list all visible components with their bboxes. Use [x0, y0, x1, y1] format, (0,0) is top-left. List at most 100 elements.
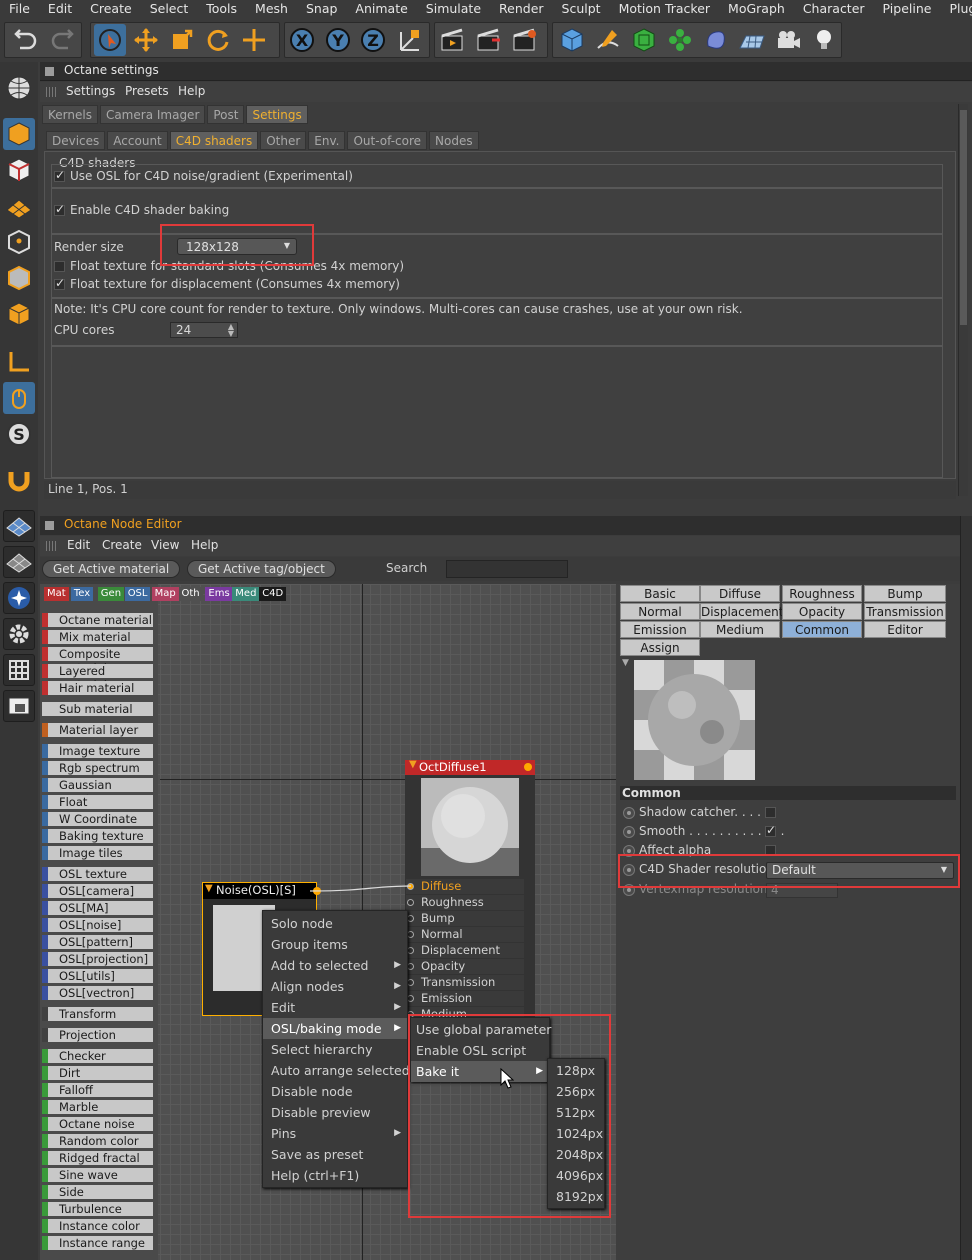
attr-tab-basic[interactable]: Basic [620, 585, 700, 602]
context-menu-item[interactable]: Group items [263, 934, 407, 955]
gear-icon[interactable] [3, 618, 35, 650]
menu-motion-tracker[interactable]: Motion Tracker [610, 0, 719, 18]
menu-tools[interactable]: Tools [197, 0, 246, 18]
attr-tab-bump[interactable]: Bump [864, 585, 946, 602]
tab-settings[interactable]: Settings [246, 105, 308, 124]
cpu-cores-field[interactable]: 24 ▲ ▼ [170, 322, 238, 338]
attr-tab-diffuse[interactable]: Diffuse [700, 585, 780, 602]
menu-sculpt[interactable]: Sculpt [553, 0, 610, 18]
floor-icon[interactable] [736, 24, 768, 56]
live-selection-icon[interactable] [94, 24, 126, 56]
cube-icon[interactable] [556, 24, 588, 56]
menu-mesh[interactable]: Mesh [246, 0, 297, 18]
smooth-checkbox[interactable] [765, 823, 776, 837]
tab-c4d-shaders[interactable]: C4D shaders [169, 131, 259, 150]
context-menu-item[interactable]: Save as preset [263, 1144, 407, 1165]
z-axis-icon[interactable]: Z [357, 24, 389, 56]
cloner-icon[interactable] [664, 24, 696, 56]
points-mode-icon[interactable] [3, 226, 35, 258]
render-settings-icon[interactable] [508, 24, 540, 56]
attr-tab-normal[interactable]: Normal [620, 603, 700, 620]
attr-tab-roughness[interactable]: Roughness [782, 585, 862, 602]
menu-settings[interactable]: Settings [66, 84, 115, 98]
coordinate-icon[interactable] [238, 24, 270, 56]
scroll-thumb[interactable] [960, 110, 967, 325]
y-axis-icon[interactable]: Y [322, 24, 354, 56]
menu-simulate[interactable]: Simulate [417, 0, 490, 18]
tab-camera-imager[interactable]: Camera Imager [99, 105, 206, 124]
stepper-icon[interactable]: ▲ ▼ [228, 323, 234, 338]
snap-icon[interactable]: S [3, 418, 35, 450]
attr-tab-displacement[interactable]: Displacement [700, 603, 784, 620]
workplane-icon[interactable] [3, 190, 35, 222]
model-mode-icon[interactable] [3, 118, 35, 150]
planar-workplane-icon[interactable] [3, 546, 35, 578]
menu-animate[interactable]: Animate [346, 0, 416, 18]
tab-out-of-core[interactable]: Out-of-core [347, 131, 428, 150]
context-menu-item[interactable]: Auto arrange selected [263, 1060, 410, 1081]
menu-edit[interactable]: Edit [67, 538, 90, 552]
tab-other[interactable]: Other [260, 131, 307, 150]
collapse-triangle-icon[interactable]: ▼ [622, 658, 629, 668]
context-menu-item[interactable]: Solo node [263, 913, 407, 934]
attr-tab-assign[interactable]: Assign [620, 639, 700, 656]
subdivision-icon[interactable] [628, 24, 660, 56]
attr-tab-medium[interactable]: Medium [700, 621, 780, 638]
context-menu-item[interactable]: Edit ▶ [263, 997, 407, 1018]
menu-help[interactable]: Help [191, 538, 218, 552]
attr-tab-opacity[interactable]: Opacity [782, 603, 862, 620]
world-coordinates-icon[interactable] [393, 24, 425, 56]
use-osl-checkbox[interactable] [54, 168, 65, 182]
window-square-icon[interactable] [45, 521, 54, 530]
menu-create[interactable]: Create [81, 0, 141, 18]
menu-plugins[interactable]: Plugins [940, 0, 972, 18]
tab-post[interactable]: Post [207, 105, 245, 124]
layout-grid-icon[interactable] [3, 654, 35, 686]
context-menu-item[interactable]: Add to selected ▶ [263, 955, 407, 976]
menu-pipeline[interactable]: Pipeline [874, 0, 941, 18]
axis-mode-icon[interactable] [3, 346, 35, 378]
layout-icon[interactable] [3, 690, 35, 722]
texture-mode-icon[interactable] [3, 154, 35, 186]
grip-icon[interactable] [46, 87, 58, 97]
window-square-icon[interactable] [45, 67, 54, 76]
get-active-material-button[interactable]: Get Active material [42, 560, 181, 578]
context-menu-item[interactable]: Select hierarchy [263, 1039, 407, 1060]
undo-icon[interactable] [10, 24, 42, 56]
search-input[interactable] [446, 560, 568, 578]
pen-icon[interactable] [592, 24, 624, 56]
x-axis-icon[interactable]: X [286, 24, 318, 56]
deformer-icon[interactable] [700, 24, 732, 56]
context-menu-item[interactable]: Pins ▶ [263, 1123, 407, 1144]
scale-icon[interactable] [166, 24, 198, 56]
attr-tab-emission[interactable]: Emission [620, 621, 700, 638]
attr-tab-transmission[interactable]: Transmission [864, 603, 946, 620]
tab-nodes[interactable]: Nodes [429, 131, 479, 150]
menu-character[interactable]: Character [794, 0, 874, 18]
animate-radio-icon[interactable] [623, 826, 635, 838]
menu-snap[interactable]: Snap [297, 0, 346, 18]
get-active-tag-button[interactable]: Get Active tag/object [187, 560, 336, 578]
animate-radio-icon[interactable] [623, 807, 635, 819]
octane-icon[interactable] [3, 582, 35, 614]
shadow-catcher-checkbox[interactable] [765, 807, 776, 818]
menu-presets[interactable]: Presets [125, 84, 169, 98]
menu-file[interactable]: File [0, 0, 39, 18]
rotate-icon[interactable] [202, 24, 234, 56]
enable-baking-checkbox[interactable] [54, 202, 65, 216]
redo-icon[interactable] [46, 24, 78, 56]
menu-edit[interactable]: Edit [39, 0, 81, 18]
attr-tab-common[interactable]: Common [782, 621, 862, 638]
magnet-icon[interactable] [3, 464, 35, 496]
menu-render[interactable]: Render [490, 0, 553, 18]
context-menu-item[interactable]: Align nodes ▶ [263, 976, 407, 997]
menu-create[interactable]: Create [102, 538, 142, 552]
attr-tab-editor[interactable]: Editor [864, 621, 946, 638]
context-menu-item[interactable]: Disable preview [263, 1102, 407, 1123]
move-icon[interactable] [130, 24, 162, 56]
tab-account[interactable]: Account [107, 131, 168, 150]
menu-help[interactable]: Help [178, 84, 205, 98]
polygons-mode-icon[interactable] [3, 298, 35, 330]
context-menu-item[interactable]: OSL/baking mode ▶ [263, 1018, 407, 1039]
grip-icon[interactable] [46, 541, 58, 551]
